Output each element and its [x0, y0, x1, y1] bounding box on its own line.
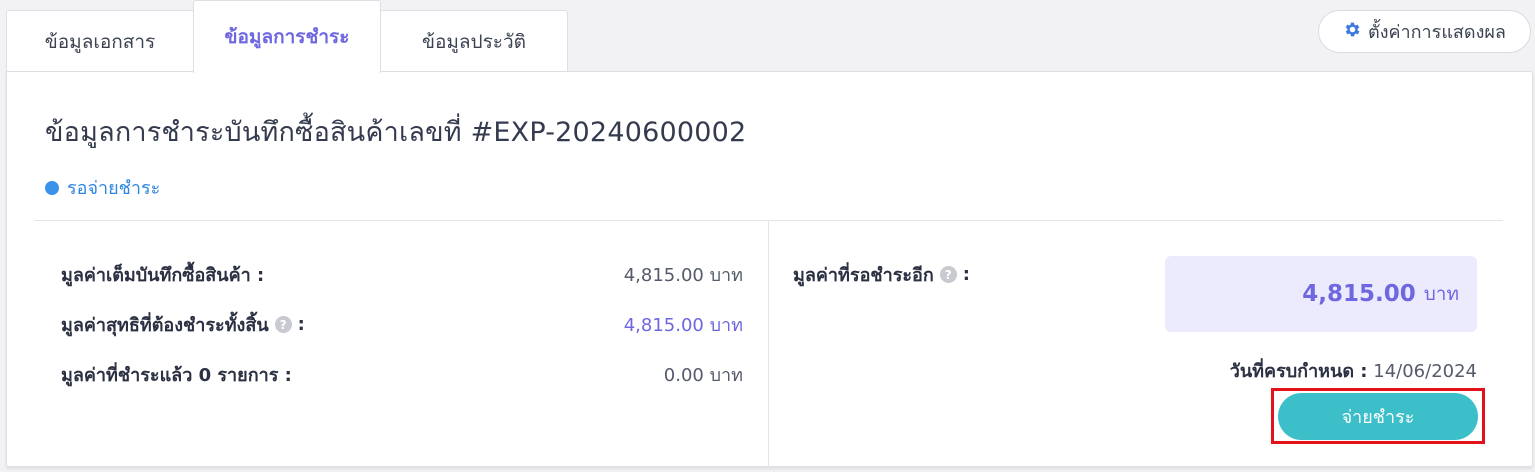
outstanding-amount-box: 4,815.00 บาท	[1165, 256, 1477, 332]
pay-button[interactable]: จ่ายชำระ	[1278, 393, 1478, 440]
display-settings-label: ตั้งค่าการแสดงผล	[1368, 22, 1506, 43]
full-value-label: มูลค่าเต็มบันทึกซื้อสินค้า :	[61, 265, 265, 286]
outstanding-label-group: มูลค่าที่รอชำระอีก ? :	[793, 260, 970, 289]
vertical-divider	[768, 221, 769, 467]
net-payable-amount: 4,815.00 บาท	[623, 315, 743, 336]
page-title: ข้อมูลการชำระบันทึกซื้อสินค้าเลขที่ #EXP…	[45, 117, 747, 148]
outstanding-amount: 4,815.00	[1302, 281, 1416, 307]
display-settings-button[interactable]: ตั้งค่าการแสดงผล	[1318, 10, 1531, 53]
tab-payment-info[interactable]: ข้อมูลการชำระ	[193, 0, 381, 73]
paid-value-label: มูลค่าที่ชำระแล้ว 0 รายการ :	[61, 365, 292, 386]
payment-info-card: ข้อมูลการชำระบันทึกซื้อสินค้าเลขที่ #EXP…	[6, 71, 1533, 467]
full-value-amount: 4,815.00 บาท	[623, 265, 743, 286]
paid-value-amount: 0.00 บาท	[663, 365, 743, 386]
status-dot-icon	[45, 180, 59, 195]
help-icon[interactable]: ?	[939, 266, 957, 283]
net-payable-label-group: มูลค่าสุทธิที่ต้องชำระทั้งสิ้น ? :	[61, 310, 305, 339]
help-icon[interactable]: ?	[274, 316, 292, 333]
outstanding-unit: บาท	[1423, 283, 1459, 305]
paid-value-row: มูลค่าที่ชำระแล้ว 0 รายการ : 0.00 บาท	[61, 360, 743, 389]
full-value-row: มูลค่าเต็มบันทึกซื้อสินค้า : 4,815.00 บา…	[61, 260, 743, 289]
tab-history-info[interactable]: ข้อมูลประวัติ	[380, 10, 568, 72]
outstanding-colon: :	[962, 264, 970, 285]
net-payable-label: มูลค่าสุทธิที่ต้องชำระทั้งสิ้น	[61, 315, 269, 336]
gear-icon	[1343, 20, 1362, 44]
due-date-label: วันที่ครบกำหนด :	[1229, 361, 1368, 382]
outstanding-label: มูลค่าที่รอชำระอีก	[793, 265, 934, 286]
status-badge: รอจ่ายชำระ	[45, 173, 160, 202]
net-payable-row: มูลค่าสุทธิที่ต้องชำระทั้งสิ้น ? : 4,815…	[61, 310, 743, 339]
due-date: วันที่ครบกำหนด : 14/06/2024	[1230, 356, 1477, 385]
status-text: รอจ่ายชำระ	[67, 178, 161, 199]
net-payable-colon: :	[297, 314, 305, 335]
tab-document-info[interactable]: ข้อมูลเอกสาร	[6, 10, 194, 72]
due-date-value: 14/06/2024	[1373, 361, 1477, 382]
